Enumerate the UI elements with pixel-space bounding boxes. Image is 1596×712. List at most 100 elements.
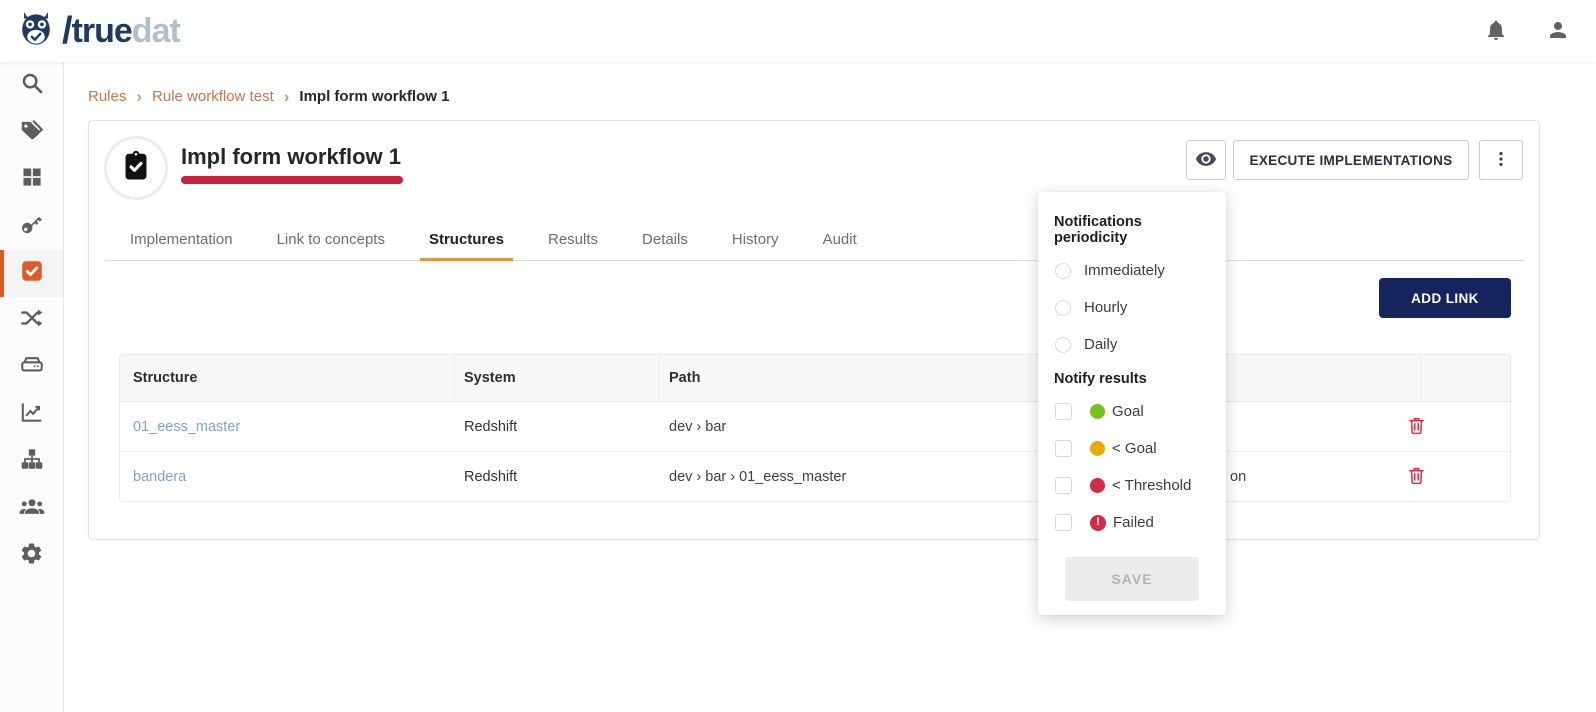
notify-results-title: Notify results	[1054, 371, 1210, 387]
failed-exclamation-icon	[1090, 515, 1106, 531]
tab-link-to-concepts[interactable]: Link to concepts	[268, 221, 394, 261]
tags-icon	[19, 117, 45, 148]
table-row: 01_eess_master Redshift dev › bar	[120, 402, 1510, 452]
sidebar-item-dashboard[interactable]	[0, 156, 63, 203]
clipboard-check-icon	[118, 148, 154, 189]
save-button[interactable]: SAVE	[1065, 557, 1199, 601]
structure-link[interactable]: bandera	[133, 469, 186, 485]
tab-history[interactable]: History	[723, 221, 788, 261]
truedat-logo[interactable]: / true dat	[14, 7, 180, 56]
radio-option-daily[interactable]: Daily	[1038, 326, 1226, 363]
checkbox-unchecked-icon[interactable]	[1055, 514, 1072, 531]
header-actions: EXECUTE IMPLEMENTATIONS	[1186, 140, 1523, 180]
execute-implementations-button[interactable]: EXECUTE IMPLEMENTATIONS	[1233, 140, 1469, 180]
sidebar-item-quality-active[interactable]	[0, 250, 63, 297]
checkbox-label: < Threshold	[1112, 477, 1191, 494]
structure-link[interactable]: 01_eess_master	[133, 419, 240, 435]
sidebar-item-permissions[interactable]	[0, 203, 63, 250]
radio-label: Daily	[1084, 336, 1117, 353]
table-header-row: Structure System Path	[120, 355, 1510, 402]
notifications-popup: Notifications periodicity Immediately Ho…	[1038, 192, 1226, 615]
topbar-actions	[1484, 18, 1570, 45]
radio-unchecked-icon[interactable]	[1055, 300, 1071, 316]
stats-chart-icon	[19, 399, 45, 430]
app-window: / true dat	[0, 0, 1596, 712]
radio-option-immediately[interactable]: Immediately	[1038, 252, 1226, 289]
periodicity-title: Notifications periodicity	[1054, 214, 1210, 246]
checkbox-unchecked-icon[interactable]	[1055, 403, 1072, 420]
tab-results[interactable]: Results	[539, 221, 607, 261]
main-content: Rules › Rule workflow test › Impl form w…	[64, 62, 1596, 712]
sitemap-icon	[19, 446, 45, 477]
tab-implementation[interactable]: Implementation	[121, 221, 242, 261]
checkbox-option-failed[interactable]: Failed	[1038, 504, 1226, 541]
column-divider	[659, 355, 660, 401]
eye-icon	[1195, 148, 1217, 173]
sidebar-item-systems[interactable]	[0, 344, 63, 391]
quality-check-icon	[19, 258, 45, 289]
chevron-right-icon: ›	[284, 88, 290, 105]
path-cell: dev › bar › 01_eess_master	[669, 469, 846, 485]
sidebar-item-stats[interactable]	[0, 391, 63, 438]
goal-dot-icon	[1090, 404, 1105, 419]
notifications-bell-button[interactable]	[1484, 18, 1508, 45]
sidebar-item-search[interactable]	[0, 62, 63, 109]
topbar: / true dat	[0, 0, 1596, 62]
tab-structures[interactable]: Structures	[420, 221, 513, 261]
bell-icon	[1484, 18, 1508, 45]
trash-icon	[1406, 415, 1427, 439]
more-options-button[interactable]	[1479, 140, 1523, 180]
checkbox-option-lt-threshold[interactable]: < Threshold	[1038, 467, 1226, 504]
chevron-right-icon: ›	[136, 88, 142, 105]
preview-eye-button[interactable]	[1186, 140, 1226, 180]
radio-unchecked-icon[interactable]	[1055, 263, 1071, 279]
lt-goal-dot-icon	[1090, 441, 1105, 456]
lineage-shuffle-icon	[19, 305, 45, 336]
lt-threshold-dot-icon	[1090, 478, 1105, 493]
structures-table: Structure System Path 01_eess_master Red…	[119, 354, 1511, 502]
checkbox-option-goal[interactable]: Goal	[1038, 393, 1226, 430]
sidebar	[0, 62, 64, 712]
tab-audit[interactable]: Audit	[814, 221, 866, 261]
checkbox-label: Failed	[1113, 514, 1154, 531]
sidebar-item-settings[interactable]	[0, 532, 63, 579]
checkbox-unchecked-icon[interactable]	[1055, 440, 1072, 457]
users-icon	[18, 492, 46, 525]
path-cell: dev › bar	[669, 419, 726, 435]
user-icon	[1546, 18, 1570, 45]
checkbox-label: < Goal	[1112, 440, 1157, 457]
tab-bar: Implementation Link to concepts Structur…	[105, 221, 1525, 261]
column-divider	[454, 355, 455, 401]
add-link-button[interactable]: ADD LINK	[1379, 278, 1511, 318]
systems-drive-icon	[19, 352, 45, 383]
owl-logo-icon	[14, 7, 58, 56]
radio-unchecked-icon[interactable]	[1055, 337, 1071, 353]
sidebar-item-structures[interactable]	[0, 438, 63, 485]
checkbox-unchecked-icon[interactable]	[1055, 477, 1072, 494]
delete-structure-button[interactable]	[1406, 465, 1427, 489]
radio-label: Hourly	[1084, 299, 1127, 316]
sidebar-item-tags[interactable]	[0, 109, 63, 156]
implementation-card: Impl form workflow 1 EXECUTE IMPLEMENTAT…	[88, 120, 1540, 540]
breadcrumb: Rules › Rule workflow test › Impl form w…	[88, 88, 449, 105]
implementation-avatar	[104, 136, 168, 200]
table-row: bandera Redshift dev › bar › 01_eess_mas…	[120, 452, 1510, 502]
sidebar-item-users[interactable]	[0, 485, 63, 532]
user-menu-button[interactable]	[1546, 18, 1570, 45]
tab-details[interactable]: Details	[633, 221, 697, 261]
system-cell: Redshift	[464, 469, 517, 485]
col-header-system: System	[464, 370, 516, 386]
breadcrumb-rule-workflow-test[interactable]: Rule workflow test	[152, 88, 274, 105]
key-icon	[19, 211, 45, 242]
radio-option-hourly[interactable]: Hourly	[1038, 289, 1226, 326]
logo-brand-secondary: dat	[132, 12, 180, 51]
checkbox-option-lt-goal[interactable]: < Goal	[1038, 430, 1226, 467]
col-header-path: Path	[669, 370, 700, 386]
search-icon	[19, 70, 45, 101]
delete-structure-button[interactable]	[1406, 415, 1427, 439]
breadcrumb-rules[interactable]: Rules	[88, 88, 126, 105]
logo-brand-primary: true	[72, 12, 132, 51]
trash-icon	[1406, 465, 1427, 489]
partially-hidden-cell: on	[1230, 469, 1246, 485]
sidebar-item-lineage[interactable]	[0, 297, 63, 344]
